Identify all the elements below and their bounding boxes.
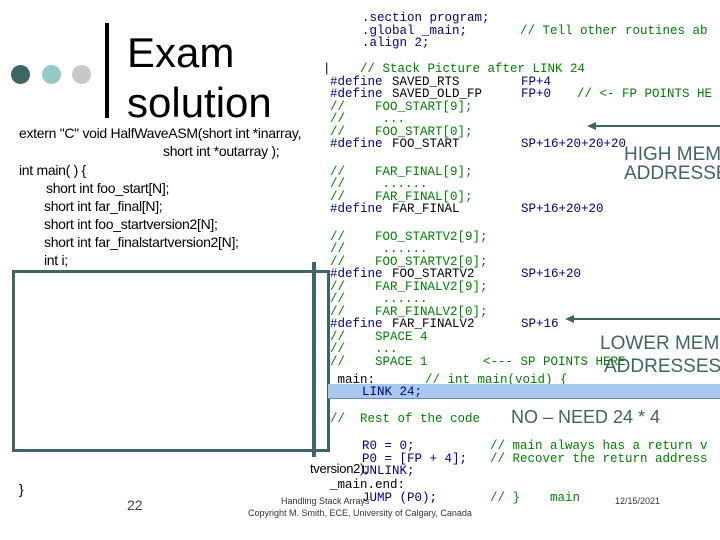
define-value: SP+16 xyxy=(521,317,559,331)
define-name: FOO_STARTV2 xyxy=(392,267,475,281)
asm-section: .section program; xyxy=(362,11,490,25)
c-code-line: int main( ) { xyxy=(19,162,86,178)
define-value: SP+16+20+20+20 xyxy=(521,137,627,151)
high-memory-label-1: HIGH MEMO xyxy=(624,144,720,165)
define-keyword: #define xyxy=(330,267,383,281)
stack-comment-line: // ...... xyxy=(330,242,428,256)
c-code-partial: tversion2); xyxy=(310,461,368,476)
high-memory-arrow xyxy=(595,125,720,127)
high-memory-arrowhead-icon xyxy=(587,122,596,130)
define-comment: // <- FP POINTS HE xyxy=(577,87,713,101)
stack-picture-comment: // Stack Picture after LINK 24 xyxy=(360,62,586,76)
define-name: FAR_FINALV2 xyxy=(392,317,475,331)
define-keyword: #define xyxy=(330,202,383,216)
c-code-line: short int far_finalstartversion2[N]; xyxy=(44,234,239,250)
c-code-line: extern "C" void HalfWaveASM(short int *i… xyxy=(19,125,302,141)
lower-memory-label-1: LOWER MEMO xyxy=(600,333,720,354)
c-code-closing-brace: } xyxy=(19,481,24,497)
c-code-line: int i; xyxy=(44,252,68,268)
define-keyword: #define xyxy=(330,137,383,151)
lower-memory-arrow xyxy=(573,318,720,320)
footer-copyright: Copyright M. Smith, ECE, University of C… xyxy=(248,508,472,518)
decor-dot-1 xyxy=(11,65,30,84)
lower-memory-label-2: ADDRESSES xyxy=(604,356,720,377)
title-divider xyxy=(105,23,109,118)
c-code-line: short int foo_startversion2[N]; xyxy=(44,216,218,232)
stack-comment-line: // SPACE 1 xyxy=(330,355,428,369)
c-code-line: short int foo_start[N]; xyxy=(46,180,170,196)
define-keyword: #define xyxy=(330,317,383,331)
slide-title-line1: Exam xyxy=(127,29,235,76)
p0-comment: // Recover the return address xyxy=(490,452,708,466)
stack-comment-line: // ...... xyxy=(330,292,428,306)
slide-title-line2: solution xyxy=(127,79,272,126)
link-instruction: LINK 24; xyxy=(362,385,423,399)
footer-title: Handling Stack Arrays xyxy=(281,496,370,506)
high-memory-label-2: ADDRESSE xyxy=(624,163,720,184)
define-keyword: #define xyxy=(330,87,383,101)
define-name: FOO_START xyxy=(392,137,460,151)
define-value: FP+0 xyxy=(521,87,552,101)
define-name: FAR_FINAL xyxy=(392,202,460,216)
text-cursor: | xyxy=(323,62,331,76)
c-code-line: short int *outarray ); xyxy=(163,143,280,159)
r0-instruction: R0 = 0; xyxy=(362,439,415,453)
decor-dot-3 xyxy=(72,65,91,84)
unlink-instruction: UNLINK; xyxy=(362,464,415,478)
main-end-label: _main.end: xyxy=(330,478,406,492)
rest-of-code-comment: // Rest of the code xyxy=(330,412,481,426)
stack-comment-line: // ... xyxy=(330,112,406,126)
lower-memory-arrowhead-icon xyxy=(565,315,574,323)
stack-comment-line: // ... xyxy=(330,342,398,356)
footer-date: 12/15/2021 xyxy=(615,496,661,506)
overlay-box xyxy=(12,270,330,452)
c-code-line: short int far_final[N]; xyxy=(44,198,163,214)
jump-instruction: JUMP (P0); xyxy=(362,491,438,505)
page-number: 22 xyxy=(127,497,143,513)
define-name: SAVED_OLD_FP xyxy=(392,87,483,101)
stack-comment-line: // ...... xyxy=(330,177,428,191)
need-note: NO – NEED 24 * 4 xyxy=(511,407,661,427)
asm-global-comment: // Tell other routines ab xyxy=(520,24,708,38)
jump-comment: // } main xyxy=(490,491,581,505)
code-left-rail xyxy=(312,262,316,457)
r0-comment: // main always has a return v xyxy=(490,439,708,453)
asm-align: .align 2; xyxy=(362,36,430,50)
define-value: SP+16+20 xyxy=(521,267,582,281)
decor-dot-2 xyxy=(42,65,61,84)
define-value: SP+16+20+20 xyxy=(521,202,604,216)
